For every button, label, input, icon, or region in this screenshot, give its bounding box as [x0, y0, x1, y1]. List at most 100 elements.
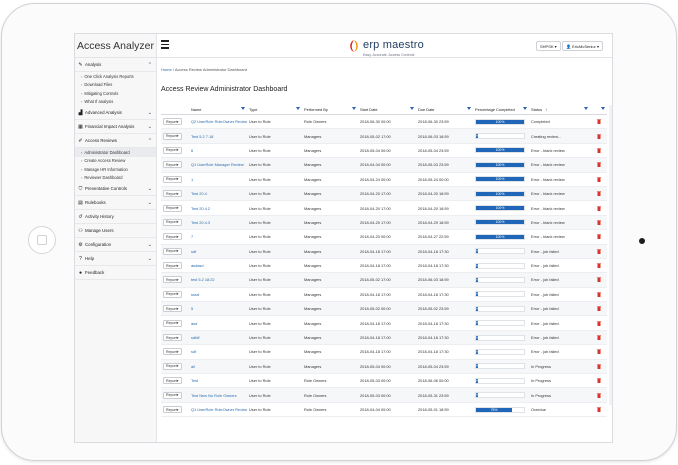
report-dropdown-button[interactable]: Report ▾: [163, 161, 182, 169]
column-header[interactable]: Type: [247, 105, 302, 114]
sidebar-item-7[interactable]: ⚇ Manage Users: [75, 224, 156, 238]
report-dropdown-button[interactable]: Report ▾: [163, 334, 182, 342]
report-dropdown-button[interactable]: Report ▾: [163, 362, 182, 370]
report-dropdown-button[interactable]: Report ▾: [163, 218, 182, 226]
delete-icon[interactable]: [596, 378, 601, 384]
review-name-link[interactable]: Test New No Role Owners: [191, 393, 237, 398]
delete-icon[interactable]: [596, 133, 601, 139]
table-scrollbar[interactable]: [609, 105, 612, 405]
report-dropdown-button[interactable]: Report ▾: [163, 132, 182, 140]
filter-icon[interactable]: [523, 107, 527, 110]
column-header[interactable]: [590, 105, 607, 114]
review-name-link[interactable]: 1: [191, 177, 193, 182]
review-name-link[interactable]: test 5.2 18:22: [191, 277, 215, 282]
review-name-link[interactable]: 5: [191, 306, 193, 311]
review-name-link[interactable]: sdf: [191, 349, 196, 354]
filter-icon[interactable]: [584, 107, 588, 110]
review-name-link[interactable]: Test: [191, 378, 198, 383]
column-header[interactable]: Percentage Completed: [473, 105, 529, 114]
review-name-link[interactable]: 7: [191, 234, 193, 239]
review-name-link[interactable]: Test 20.4.2: [191, 206, 210, 211]
filter-icon[interactable]: [410, 107, 414, 110]
delete-icon[interactable]: [596, 291, 601, 297]
review-name-link[interactable]: all: [191, 364, 195, 369]
review-name-link[interactable]: Test 20.4: [191, 191, 207, 196]
filter-icon[interactable]: [296, 107, 300, 110]
sidebar-subitem[interactable]: What If analysis: [75, 98, 156, 107]
sort-up-icon[interactable]: ↑: [545, 107, 547, 112]
review-name-link[interactable]: sdf: [191, 249, 196, 254]
sidebar-subitem[interactable]: Create Access Review: [75, 157, 156, 166]
sidebar-subitem[interactable]: Administrator Dashboard: [75, 148, 156, 157]
sidebar-item-0[interactable]: ✎ Analysis ⌃: [75, 58, 156, 72]
report-dropdown-button[interactable]: Report ▾: [163, 146, 182, 154]
delete-icon[interactable]: [596, 248, 601, 254]
delete-icon[interactable]: [596, 162, 601, 168]
sidebar-subitem[interactable]: Reviewer Dashboard: [75, 174, 156, 183]
review-name-link[interactable]: Test 20.4.3: [191, 220, 210, 225]
delete-icon[interactable]: [596, 335, 601, 341]
review-name-link[interactable]: 6: [191, 148, 193, 153]
delete-icon[interactable]: [596, 219, 601, 225]
report-dropdown-button[interactable]: Report ▾: [163, 262, 182, 270]
report-dropdown-button[interactable]: Report ▾: [163, 204, 182, 212]
delete-icon[interactable]: [596, 349, 601, 355]
delete-icon[interactable]: [596, 277, 601, 283]
column-header[interactable]: Performed By: [302, 105, 358, 114]
filter-icon[interactable]: [601, 107, 605, 110]
report-dropdown-button[interactable]: Report ▾: [163, 175, 182, 183]
review-name-link[interactable]: Q1 UserRole RoleOwner Review: [191, 407, 247, 412]
report-dropdown-button[interactable]: Report ▾: [163, 348, 182, 356]
column-header[interactable]: Status ↑: [529, 105, 590, 114]
sidebar-item-4[interactable]: ⛉ Preventative Controls ⌄: [75, 182, 156, 196]
report-dropdown-button[interactable]: Report ▾: [163, 319, 182, 327]
review-name-link[interactable]: sdfdf: [191, 335, 199, 340]
column-header[interactable]: [161, 105, 189, 114]
review-name-link[interactable]: asd: [191, 321, 197, 326]
review-name-link[interactable]: Q2 UserRole RoleOwner Review: [191, 119, 247, 124]
column-header[interactable]: Start Date: [358, 105, 416, 114]
report-dropdown-button[interactable]: Report ▾: [163, 247, 182, 255]
filter-icon[interactable]: [241, 107, 245, 110]
filter-icon[interactable]: [467, 107, 471, 110]
report-dropdown-button[interactable]: Report ▾: [163, 290, 182, 298]
report-dropdown-button[interactable]: Report ▾: [163, 406, 182, 413]
delete-icon[interactable]: [596, 392, 601, 398]
sidebar-item-3[interactable]: ✐ Access Reviews ⌃: [75, 134, 156, 148]
review-name-link[interactable]: Test 5.2 7.18: [191, 134, 213, 139]
delete-icon[interactable]: [596, 191, 601, 197]
report-dropdown-button[interactable]: Report ▾: [163, 276, 182, 284]
report-dropdown-button[interactable]: Report ▾: [163, 233, 182, 241]
sidebar-item-9[interactable]: ? Help ⌄: [75, 252, 156, 266]
delete-icon[interactable]: [596, 205, 601, 211]
user-menu-button[interactable]: 👤 EricMcSenior ▾: [562, 41, 604, 51]
column-header[interactable]: Name: [189, 105, 247, 114]
report-dropdown-button[interactable]: Report ▾: [163, 377, 182, 385]
report-dropdown-button[interactable]: Report ▾: [163, 305, 182, 313]
report-dropdown-button[interactable]: Report ▾: [163, 190, 182, 198]
column-header[interactable]: Due Date: [416, 105, 473, 114]
sidebar-subitem[interactable]: Manage HR Information: [75, 165, 156, 174]
home-button[interactable]: [28, 226, 56, 254]
sidebar-subitem[interactable]: One Click Analysis Reports: [75, 72, 156, 81]
sidebar-item-10[interactable]: ● Feedback: [75, 266, 156, 280]
company-select-button[interactable]: SHPSK ▾: [536, 41, 561, 51]
sidebar-item-6[interactable]: ↺ Activity History: [75, 210, 156, 224]
review-name-link[interactable]: sssd: [191, 292, 199, 297]
sidebar-subitem[interactable]: Download Files: [75, 81, 156, 90]
breadcrumb-home-link[interactable]: Home: [161, 67, 172, 72]
delete-icon[interactable]: [596, 407, 601, 413]
sidebar-item-5[interactable]: ▤ Rulebooks ⌄: [75, 196, 156, 210]
sidebar-item-1[interactable]: ▟ Advanced Analysis ⌄: [75, 106, 156, 120]
sidebar-item-2[interactable]: ▦ Financial Impact Analysis ⌄: [75, 120, 156, 134]
review-name-link[interactable]: Q1 UserRole Manager Review: [191, 162, 244, 167]
review-name-link[interactable]: asdasd: [191, 263, 204, 268]
delete-icon[interactable]: [596, 176, 601, 182]
menu-toggle-icon[interactable]: [161, 40, 169, 49]
delete-icon[interactable]: [596, 306, 601, 312]
filter-icon[interactable]: [352, 107, 356, 110]
sidebar-subitem[interactable]: Mitigating Controls: [75, 89, 156, 98]
delete-icon[interactable]: [596, 147, 601, 153]
delete-icon[interactable]: [596, 363, 601, 369]
delete-icon[interactable]: [596, 119, 601, 125]
